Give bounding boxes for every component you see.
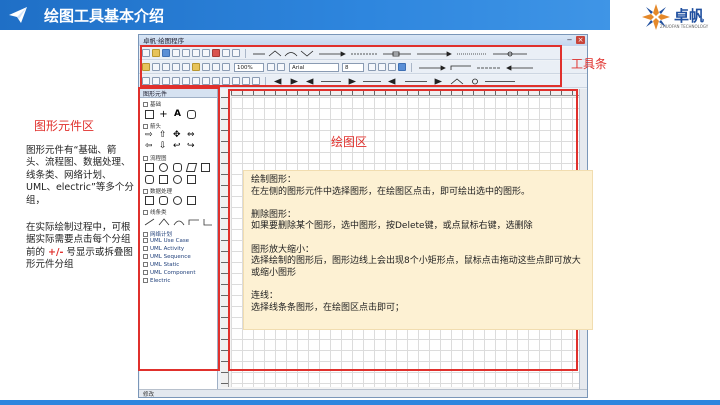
status-bar: 修改 xyxy=(139,389,587,398)
app-title: 卓帆·绘图程序 xyxy=(143,37,185,45)
slide-header: 绘图工具基本介绍 卓帆 ZHUOFAN TECHNOLOGY xyxy=(0,0,720,34)
canvas-label: 绘图区 xyxy=(331,135,368,149)
toolbar-highlight-box xyxy=(140,45,562,87)
draw-title: 绘制图形： xyxy=(251,175,297,185)
close-icon[interactable]: × xyxy=(576,36,585,44)
paper-plane-icon xyxy=(9,7,27,23)
line-title: 连线： xyxy=(251,290,279,301)
slide: 绘图工具基本介绍 卓帆 ZHUOFAN TECHNOLOGY 图形元件区 图形元… xyxy=(0,0,720,405)
logo-text: 卓帆 xyxy=(674,7,705,25)
minimize-icon[interactable]: − xyxy=(565,36,574,44)
group-toggle-description: 在实际绘制过程中，可根据实际需要点击每个分组前的 +/- 号显示或拆叠图形元件分… xyxy=(26,222,134,272)
logo-subtitle: ZHUOFAN TECHNOLOGY xyxy=(660,24,709,29)
zoom-text: 选择绘制的图形后，图形边线上会出现8个小矩形点，鼠标点击拖动这些点即可放大或缩小… xyxy=(251,256,581,278)
slide-title: 绘图工具基本介绍 xyxy=(44,7,165,25)
line-text: 选择线条条图形，在绘图区点击即可； xyxy=(251,302,405,313)
toolbar-label: 工具条 xyxy=(571,57,608,71)
elements-description: 图形元件有“基础、箭头、流程图、数据处理、线条类、网络计划、UML、electr… xyxy=(26,145,134,206)
instructions-box: 绘制图形： 在左侧的图形元件中选择图形，在绘图区点击，即可绘出选中的图形。 删除… xyxy=(243,170,593,330)
plus-minus-sign: +/- xyxy=(48,246,64,258)
elements-highlight-box xyxy=(138,87,220,371)
delete-title: 删除图形： xyxy=(251,209,297,220)
company-logo: 卓帆 ZHUOFAN TECHNOLOGY xyxy=(640,2,720,32)
elements-area-label: 图形元件区 xyxy=(34,119,95,133)
footer-bar xyxy=(0,400,720,405)
zoom-title: 图形放大缩小： xyxy=(251,244,315,255)
delete-text: 如果要删除某个图形，选中图形，按Delete键，或点鼠标右键，选删除 xyxy=(251,221,533,232)
draw-text: 在左侧的图形元件中选择图形，在绘图区点击，即可绘出选中的图形。 xyxy=(251,186,531,197)
header-bar: 绘图工具基本介绍 xyxy=(0,0,610,30)
status-text: 修改 xyxy=(143,392,155,398)
